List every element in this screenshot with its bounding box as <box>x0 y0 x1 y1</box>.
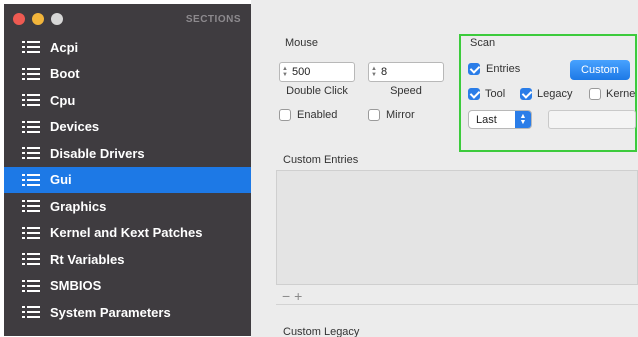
list-icon <box>22 226 40 240</box>
custom-entries-table[interactable] <box>276 170 638 285</box>
scan-popup-value: Last <box>476 113 497 126</box>
legacy-checkbox-row[interactable]: Legacy <box>520 88 572 100</box>
sidebar-item-disable-drivers[interactable]: Disable Drivers <box>4 140 251 167</box>
entries-label: Entries <box>486 63 521 75</box>
scan-text-field[interactable] <box>548 110 636 129</box>
minimize-window-button[interactable] <box>32 13 44 25</box>
list-icon <box>22 93 40 107</box>
list-icon <box>22 279 40 293</box>
mirror-checkbox[interactable] <box>368 109 380 121</box>
kernel-checkbox[interactable] <box>589 88 601 100</box>
sidebar-item-system-parameters[interactable]: System Parameters <box>4 299 251 326</box>
mouse-section-title: Mouse <box>285 37 319 49</box>
entries-checkbox[interactable] <box>468 63 480 75</box>
double-click-value[interactable]: 500 <box>290 66 310 78</box>
sidebar-item-smbios[interactable]: SMBIOS <box>4 273 251 300</box>
sidebar-item-label: Disable Drivers <box>50 145 145 161</box>
popup-arrows-icon[interactable]: ▲ ▼ <box>515 111 531 128</box>
list-icon <box>22 199 40 213</box>
add-remove-buttons[interactable]: − + <box>282 288 302 304</box>
enabled-label: Enabled <box>297 109 338 121</box>
window-controls <box>13 13 63 25</box>
sidebar-item-label: Rt Variables <box>50 251 125 267</box>
stepper-arrows-icon[interactable]: ▲ ▼ <box>280 63 290 81</box>
list-icon <box>22 305 40 319</box>
double-click-label: Double Click <box>286 85 348 97</box>
list-icon <box>22 120 40 134</box>
sidebar-item-devices[interactable]: Devices <box>4 114 251 141</box>
list-icon <box>22 173 40 187</box>
sidebar-item-label: System Parameters <box>50 304 171 320</box>
legacy-checkbox[interactable] <box>520 88 532 100</box>
sidebar-item-label: Kernel and Kext Patches <box>50 225 203 241</box>
sidebar-item-label: SMBIOS <box>50 278 102 294</box>
sidebar-item-label: Acpi <box>50 39 79 55</box>
sidebar-item-kernel-and-kext-patches[interactable]: Kernel and Kext Patches <box>4 220 251 247</box>
speed-stepper[interactable]: ▲ ▼ 8 <box>368 62 444 82</box>
scan-section-title: Scan <box>470 37 496 49</box>
sidebar-item-graphics[interactable]: Graphics <box>4 193 251 220</box>
legacy-label: Legacy <box>537 88 573 100</box>
list-icon <box>22 146 40 160</box>
enabled-checkbox[interactable] <box>279 109 291 121</box>
sidebar-item-gui[interactable]: Gui <box>4 166 251 193</box>
stepper-arrows-icon[interactable]: ▲ ▼ <box>369 63 379 81</box>
scan-popup-button[interactable]: Last ▲ ▼ <box>468 110 532 129</box>
tool-label: Tool <box>485 88 506 100</box>
sidebar-item-boot[interactable]: Boot <box>4 61 251 88</box>
section-divider <box>276 304 638 305</box>
enabled-checkbox-row[interactable]: Enabled <box>279 109 337 121</box>
sidebar-item-label: Boot <box>50 66 80 82</box>
double-click-stepper[interactable]: ▲ ▼ 500 <box>279 62 355 82</box>
custom-button[interactable]: Custom <box>570 60 630 80</box>
zoom-window-button[interactable] <box>51 13 63 25</box>
sidebar: SECTIONS Acpi Boot Cpu Devices Disable Drive… <box>4 4 251 336</box>
sidebar-item-label: Devices <box>50 119 100 135</box>
sidebar-item-rt-variables[interactable]: Rt Variables <box>4 246 251 273</box>
tool-checkbox-row[interactable]: Tool <box>468 88 505 100</box>
list-icon <box>22 252 40 266</box>
close-window-button[interactable] <box>13 13 25 25</box>
sidebar-header: SECTIONS <box>185 14 241 25</box>
speed-label: Speed <box>390 85 422 97</box>
sidebar-item-label: Graphics <box>50 198 107 214</box>
mirror-label: Mirror <box>386 109 415 121</box>
sidebar-item-acpi[interactable]: Acpi <box>4 34 251 61</box>
kernel-label: Kerne <box>606 88 636 100</box>
list-icon <box>22 40 40 54</box>
sidebar-list: Acpi Boot Cpu Devices Disable Drivers Gui Grap… <box>4 34 251 326</box>
tool-checkbox[interactable] <box>468 88 480 100</box>
custom-entries-title: Custom Entries <box>283 154 359 166</box>
kernel-checkbox-row[interactable]: Kerne <box>589 88 638 100</box>
sidebar-item-cpu[interactable]: Cpu <box>4 87 251 114</box>
sidebar-item-label: Cpu <box>50 92 76 108</box>
list-icon <box>22 67 40 81</box>
custom-legacy-title: Custom Legacy <box>283 326 360 337</box>
mirror-checkbox-row[interactable]: Mirror <box>368 109 415 121</box>
sidebar-item-label: Gui <box>50 172 72 188</box>
entries-checkbox-row[interactable]: Entries <box>468 63 520 75</box>
speed-value[interactable]: 8 <box>379 66 387 78</box>
